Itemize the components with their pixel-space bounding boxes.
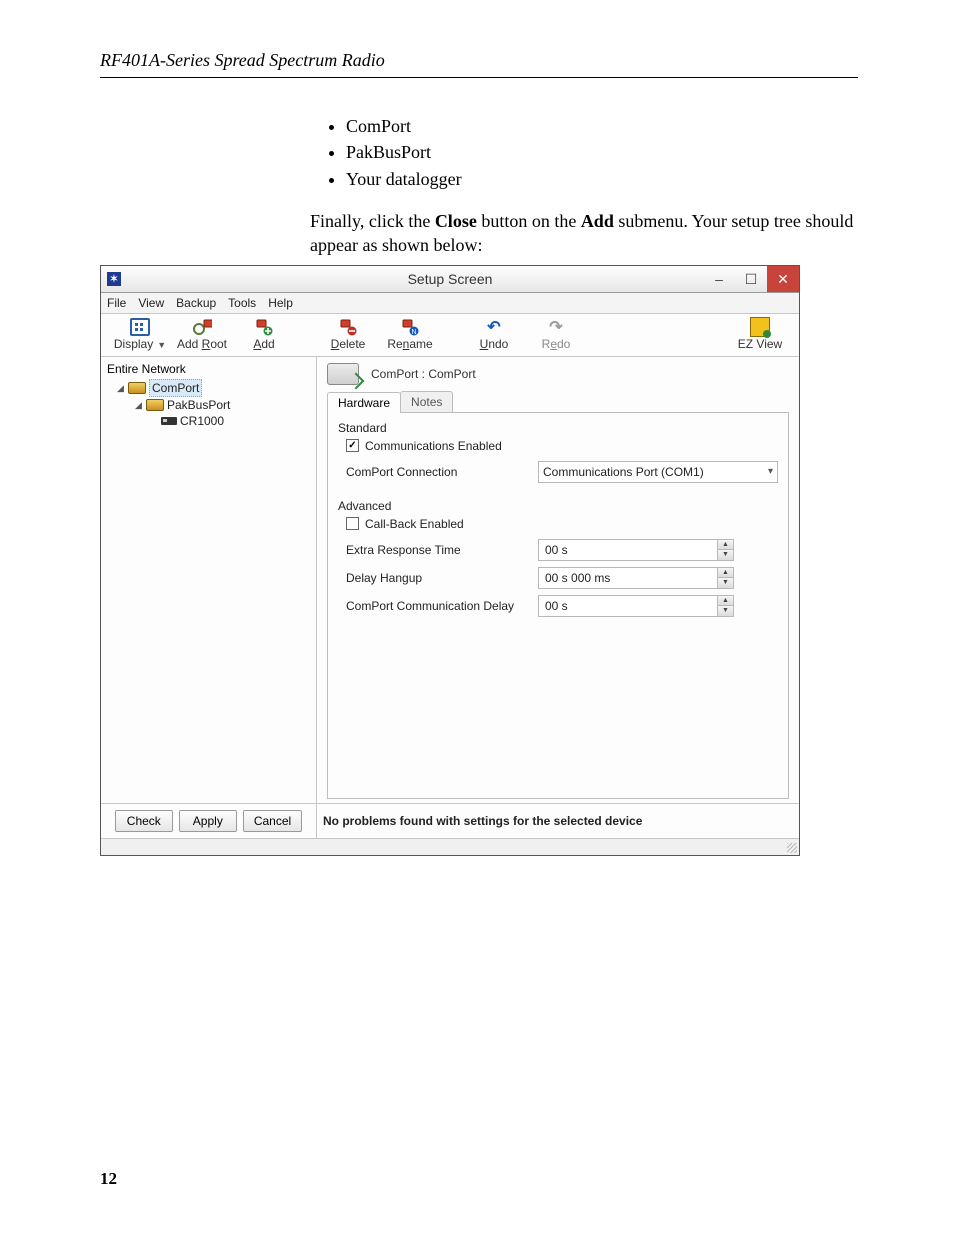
delete-button[interactable]: Delete [317, 318, 379, 351]
add-icon [254, 318, 274, 336]
ez-view-button[interactable]: EZ View [729, 318, 791, 351]
bullet-item: PakBusPort [346, 140, 858, 164]
instruction-paragraph: Finally, click the Close button on the A… [310, 209, 858, 258]
tree-node-comport[interactable]: ◢ ComPort [117, 379, 310, 397]
rename-icon: N [400, 318, 420, 336]
check-button[interactable]: Check [115, 810, 173, 832]
header-rule [100, 77, 858, 78]
rename-button[interactable]: N Rename [379, 318, 441, 351]
menu-tools[interactable]: Tools [228, 296, 256, 310]
menu-view[interactable]: View [138, 296, 164, 310]
spin-up-icon[interactable]: ▲ [717, 568, 733, 579]
close-button[interactable]: ✕ [767, 266, 799, 292]
expand-icon[interactable]: ◢ [135, 397, 143, 413]
comport-comm-delay-input[interactable]: 00 s ▲▼ [538, 595, 734, 617]
spin-up-icon[interactable]: ▲ [717, 596, 733, 607]
comport-connection-label: ComPort Connection [338, 465, 538, 479]
status-message: No problems found with settings for the … [317, 804, 799, 838]
cancel-button[interactable]: Cancel [243, 810, 302, 832]
app-icon: ✶ [107, 272, 121, 286]
display-icon [130, 318, 150, 336]
callback-enabled-checkbox[interactable] [346, 517, 359, 530]
communications-enabled-label: Communications Enabled [365, 439, 502, 453]
page-number: 12 [100, 1169, 117, 1189]
tab-notes[interactable]: Notes [400, 391, 453, 412]
spin-down-icon[interactable]: ▼ [717, 578, 733, 588]
setup-screen-window: ✶ Setup Screen – ☐ ✕ File View Backup To… [100, 265, 800, 855]
extra-response-time-input[interactable]: 00 s ▲▼ [538, 539, 734, 561]
comport-comm-delay-label: ComPort Communication Delay [338, 599, 538, 613]
menu-help[interactable]: Help [268, 296, 293, 310]
pakbusport-icon [146, 399, 164, 411]
svg-text:N: N [411, 329, 416, 336]
detail-pane: ComPort : ComPort Hardware Notes Standar… [317, 357, 799, 803]
callback-enabled-label: Call-Back Enabled [365, 517, 464, 531]
statusbar [101, 838, 799, 855]
undo-icon: ↶ [484, 318, 504, 336]
undo-button[interactable]: ↶ Undo [463, 318, 525, 351]
maximize-button[interactable]: ☐ [735, 266, 767, 292]
bullet-item: ComPort [346, 114, 858, 138]
delay-hangup-input[interactable]: 00 s 000 ms ▲▼ [538, 567, 734, 589]
chevron-down-icon: ▾ [768, 466, 773, 477]
minimize-button[interactable]: – [703, 266, 735, 292]
tree-root[interactable]: Entire Network [107, 361, 310, 377]
comport-connection-select[interactable]: Communications Port (COM1) ▾ [538, 461, 778, 483]
menu-backup[interactable]: Backup [176, 296, 216, 310]
detail-header: ComPort : ComPort [371, 367, 476, 381]
delay-hangup-label: Delay Hangup [338, 571, 538, 585]
apply-button[interactable]: Apply [179, 810, 237, 832]
spin-down-icon[interactable]: ▼ [717, 606, 733, 616]
menu-file[interactable]: File [107, 296, 126, 310]
section-standard: Standard [338, 421, 778, 435]
communications-enabled-checkbox[interactable] [346, 439, 359, 452]
window-title: Setup Screen [101, 271, 799, 287]
expand-icon[interactable]: ◢ [117, 380, 125, 396]
delete-icon [338, 318, 358, 336]
titlebar: ✶ Setup Screen – ☐ ✕ [101, 266, 799, 293]
tab-hardware[interactable]: Hardware [327, 392, 401, 413]
ez-view-icon [750, 317, 770, 337]
add-button[interactable]: Add [233, 318, 295, 351]
spin-up-icon[interactable]: ▲ [717, 540, 733, 551]
running-head: RF401A-Series Spread Spectrum Radio [100, 50, 858, 71]
bullet-list: ComPort PakBusPort Your datalogger [346, 114, 858, 191]
add-root-button[interactable]: Add Root [171, 318, 233, 351]
tree-node-pakbusport[interactable]: ◢ PakBusPort [135, 397, 310, 413]
redo-button[interactable]: ↷ Redo [525, 318, 587, 351]
add-root-icon [192, 318, 212, 336]
display-button[interactable]: Display▼ [109, 318, 171, 351]
spin-down-icon[interactable]: ▼ [717, 550, 733, 560]
menubar: File View Backup Tools Help [101, 293, 799, 314]
device-tree: Entire Network ◢ ComPort ◢ PakBusPort CR… [101, 357, 317, 803]
redo-icon: ↷ [546, 318, 566, 336]
tree-node-cr1000[interactable]: CR1000 [161, 413, 310, 429]
datalogger-icon [161, 417, 177, 425]
section-advanced: Advanced [338, 499, 778, 513]
extra-response-time-label: Extra Response Time [338, 543, 538, 557]
comport-large-icon [327, 363, 359, 385]
comport-icon [128, 382, 146, 394]
bullet-item: Your datalogger [346, 167, 858, 191]
toolbar: Display▼ Add Root Add Delete [101, 314, 799, 356]
